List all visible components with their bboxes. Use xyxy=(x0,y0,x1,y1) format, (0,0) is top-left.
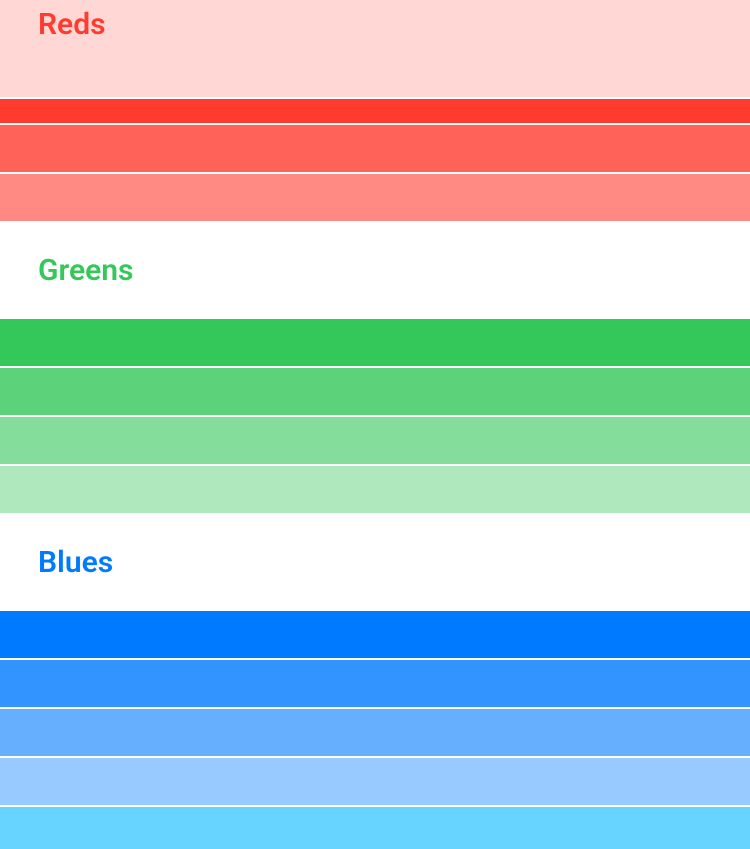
list-item[interactable] xyxy=(0,807,750,849)
list-item[interactable] xyxy=(0,660,750,707)
list-item[interactable] xyxy=(0,611,750,658)
list-item[interactable] xyxy=(0,368,750,415)
list-item[interactable] xyxy=(0,49,750,97)
color-list: Reds Greens Blues xyxy=(0,0,750,849)
section-title-greens: Greens xyxy=(38,253,133,288)
section-title-reds: Reds xyxy=(38,7,106,42)
section-title-blues: Blues xyxy=(38,545,113,580)
section-header-reds[interactable]: Reds xyxy=(0,0,750,49)
list-item[interactable] xyxy=(0,709,750,756)
list-item[interactable] xyxy=(0,758,750,805)
list-item[interactable] xyxy=(0,466,750,513)
list-item[interactable] xyxy=(0,125,750,172)
section-header-greens[interactable]: Greens xyxy=(0,221,750,319)
list-item[interactable] xyxy=(0,319,750,366)
list-item[interactable] xyxy=(0,417,750,464)
list-item[interactable] xyxy=(0,99,750,123)
section-header-blues[interactable]: Blues xyxy=(0,513,750,611)
list-item[interactable] xyxy=(0,174,750,221)
